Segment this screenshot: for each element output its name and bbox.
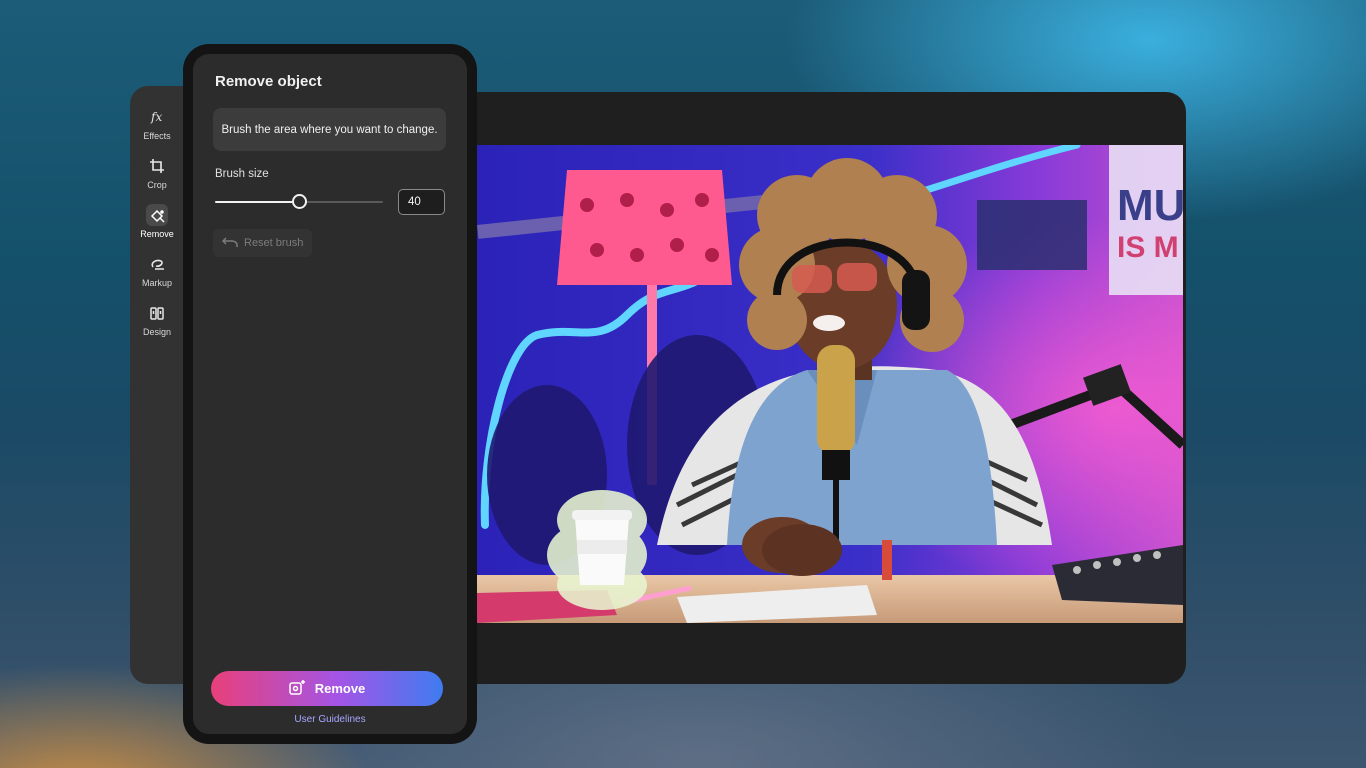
rail-item-effects[interactable]: fx Effects	[130, 106, 184, 146]
remove-button-label: Remove	[314, 681, 366, 696]
svg-text:MU: MU	[1117, 181, 1183, 230]
rail-label: Remove	[140, 229, 174, 239]
rail-item-crop[interactable]: Crop	[130, 155, 184, 195]
markup-icon	[146, 253, 168, 275]
panel-title: Remove object	[215, 73, 322, 90]
podcast-photo: MU IS M	[477, 145, 1183, 623]
rail-label: Effects	[143, 131, 171, 141]
slider-thumb[interactable]	[292, 194, 307, 209]
design-icon	[146, 302, 168, 324]
hint-box: Brush the area where you want to change.	[213, 108, 446, 151]
brush-size-label: Brush size	[215, 168, 269, 180]
rail-item-design[interactable]: Design	[130, 302, 184, 342]
crop-icon	[146, 155, 168, 177]
brush-size-input[interactable]	[398, 189, 445, 215]
fx-icon: fx	[146, 106, 168, 128]
rail-label: Markup	[141, 278, 172, 288]
user-guidelines-link[interactable]: User Guidelines	[193, 714, 467, 725]
remove-object-panel: Remove object Brush the area where you w…	[193, 54, 467, 734]
magic-remove-icon	[288, 679, 306, 699]
brush-size-slider[interactable]	[215, 194, 383, 209]
rail-label: Crop	[147, 180, 167, 190]
rail-label: Design	[142, 327, 171, 337]
reset-brush-label: Reset brush	[244, 237, 304, 249]
undo-icon	[221, 236, 238, 251]
svg-text:fx: fx	[150, 110, 162, 124]
remove-icon	[146, 204, 168, 226]
svg-text:IS M: IS M	[1117, 231, 1179, 264]
rail-item-markup[interactable]: Markup	[130, 253, 184, 293]
canvas-photo[interactable]: MU IS M	[477, 145, 1183, 623]
slider-fill	[215, 201, 299, 203]
remove-button[interactable]: Remove	[211, 671, 443, 706]
reset-brush-button[interactable]: Reset brush	[213, 229, 312, 257]
rail-item-remove[interactable]: Remove	[130, 204, 184, 244]
